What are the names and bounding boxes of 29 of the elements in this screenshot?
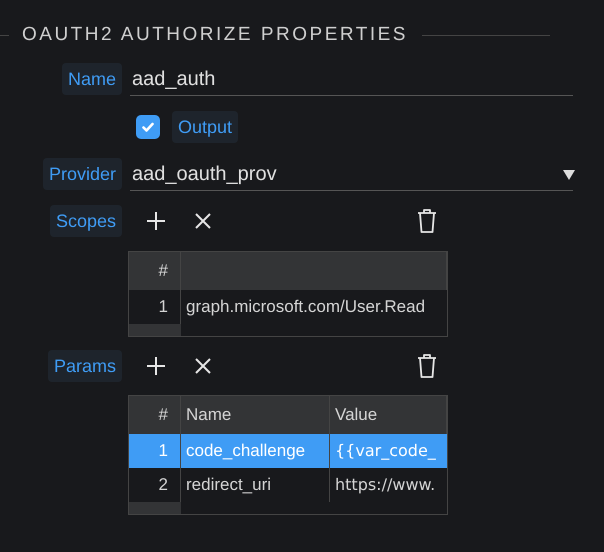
dropdown-arrow-icon (563, 169, 575, 181)
add-button[interactable] (144, 354, 168, 378)
provider-dropdown[interactable]: aad_oauth_prov (130, 157, 573, 191)
table-cell-text: 1 (158, 440, 168, 462)
scrollbar-strip (129, 502, 181, 514)
field-label: Scopes (50, 205, 122, 237)
table-cell-text: redirect_uri (186, 474, 272, 496)
table-cell-text: 1 (158, 296, 168, 318)
name-field[interactable]: aad_auth (130, 62, 573, 96)
table-cell-text: https://www. (335, 474, 436, 496)
table-cell-text: {{var_code_ (335, 440, 436, 462)
delete-button[interactable] (415, 208, 439, 234)
column-header[interactable]: Name (186, 402, 232, 428)
column-header[interactable]: # (158, 258, 168, 284)
scrollbar-strip (129, 324, 181, 336)
output-label: Output (172, 111, 238, 143)
field-label: Provider (42, 158, 122, 190)
table-cell-text: 2 (158, 474, 168, 496)
add-button[interactable] (144, 209, 168, 233)
column-header[interactable]: Value (335, 402, 378, 428)
check-icon (141, 120, 155, 134)
field-label: Params (48, 350, 122, 382)
output-checkbox[interactable] (136, 115, 160, 139)
table-cell-text: graph.microsoft.com/User.Read (186, 296, 426, 318)
table-cell-text: code_challenge (186, 440, 306, 462)
delete-button[interactable] (415, 353, 439, 379)
section-title: OAUTH2 AUTHORIZE PROPERTIES (22, 22, 408, 47)
field-label: Name (62, 63, 122, 95)
column-header[interactable]: # (158, 402, 168, 428)
